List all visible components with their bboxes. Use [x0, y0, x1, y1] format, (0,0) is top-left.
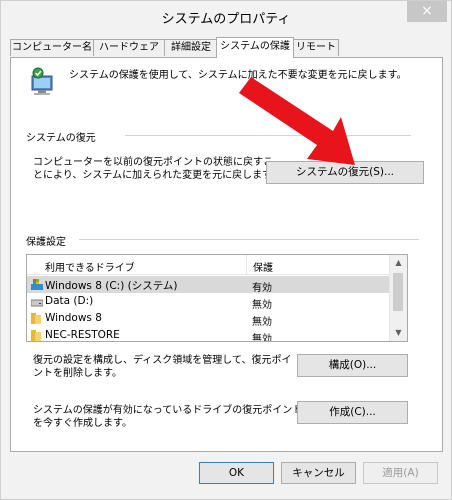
drive-status: 有効 — [252, 283, 272, 294]
column-separator — [246, 255, 247, 274]
drive-row[interactable]: NEC-RESTORE 無効 — [27, 327, 389, 342]
tab-hardware[interactable]: ハードウェア — [93, 39, 165, 56]
drive-row[interactable]: Windows 8 無効 — [27, 310, 389, 328]
configure-button[interactable]: 構成(O)... — [297, 354, 408, 377]
annotation-arrow-icon — [239, 77, 355, 165]
configure-description-line1: 復元の設定を構成し、ディスク領域を管理して、復元ポイ — [33, 355, 292, 366]
drive-name: NEC-RESTORE — [45, 329, 120, 341]
drive-status: 無効 — [252, 317, 272, 328]
system-protection-computer-icon — [31, 67, 53, 95]
create-button[interactable]: 作成(C)... — [297, 401, 408, 424]
folder-drive-icon — [31, 313, 41, 324]
scroll-up-icon[interactable]: ▲ — [390, 255, 407, 271]
protection-group-label: 保護設定 — [26, 237, 66, 248]
tab-remote[interactable]: リモート — [293, 39, 339, 56]
tab-advanced[interactable]: 詳細設定 — [164, 39, 218, 56]
drive-row[interactable]: Data (D:) 無効 — [27, 293, 389, 311]
drive-name: Data (D:) — [45, 295, 94, 307]
drive-name: Windows 8 — [45, 312, 102, 324]
folder-drive-icon — [31, 330, 41, 341]
title-bar[interactable]: システムのプロパティ × — [1, 1, 451, 31]
configure-description-line2: ントを削除します。 — [33, 368, 122, 379]
close-button[interactable]: × — [407, 1, 447, 22]
tab-computer-name[interactable]: コンピューター名 — [10, 39, 94, 56]
drive-row[interactable]: Windows 8 (C:) (システム) 有効 — [27, 276, 389, 294]
hard-drive-icon — [31, 299, 43, 307]
drive-status: 無効 — [252, 300, 272, 311]
drive-list[interactable]: 利用できるドライブ 保護 Windows 8 (C:) (システム) 有効 Da… — [26, 254, 408, 342]
drive-list-header: 利用できるドライブ 保護 — [27, 255, 389, 275]
restore-group-label: システムの復元 — [26, 133, 96, 144]
drive-name: Windows 8 (C:) (システム) — [45, 280, 178, 292]
drive-list-scrollbar[interactable]: ▲ ▼ — [389, 255, 407, 341]
cancel-button[interactable]: キャンセル — [281, 462, 356, 484]
column-header-drive[interactable]: 利用できるドライブ — [45, 259, 135, 274]
column-header-protection[interactable]: 保護 — [253, 259, 273, 274]
create-description-line1: システムの保護が有効になっているドライブの復元ポイント — [33, 405, 303, 416]
ok-button[interactable]: OK — [199, 462, 274, 484]
protection-group-divider — [79, 239, 419, 240]
restore-description-line2: とにより、システムに加えられた変更を元に戻します。 — [33, 170, 282, 181]
apply-button[interactable]: 適用(A) — [363, 462, 438, 484]
window-title: システムのプロパティ — [161, 12, 291, 27]
tab-system-protection[interactable]: システムの保護 — [216, 37, 294, 58]
create-description-line2: を今すぐ作成します。 — [33, 418, 132, 429]
system-drive-icon — [31, 279, 43, 290]
scroll-down-icon[interactable]: ▼ — [390, 325, 407, 341]
drive-status: 無効 — [252, 334, 272, 342]
scroll-thumb[interactable] — [393, 273, 403, 311]
system-properties-window: システムのプロパティ × コンピューター名 ハードウェア 詳細設定 システムの保… — [0, 0, 452, 500]
tab-strip: コンピューター名 ハードウェア 詳細設定 システムの保護 リモート — [10, 37, 450, 58]
